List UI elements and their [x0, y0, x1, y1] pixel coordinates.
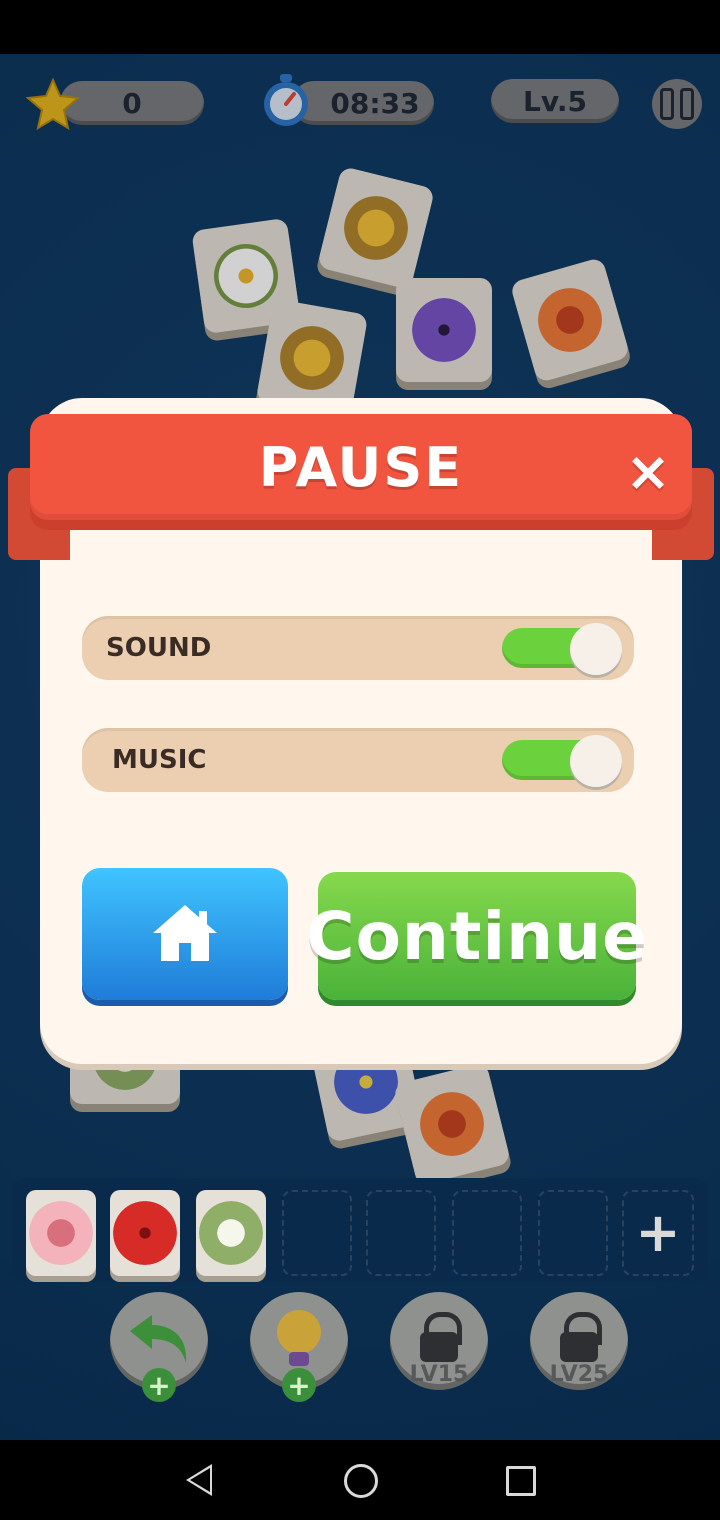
- recent-apps-icon[interactable]: [506, 1466, 536, 1496]
- status-bar: [0, 0, 720, 54]
- home-button[interactable]: [82, 868, 288, 1000]
- hint-lightbulb-icon: [269, 1304, 329, 1378]
- undo-arrow-icon: [124, 1309, 194, 1373]
- sound-label: SOUND: [106, 633, 212, 663]
- lock-icon: [424, 1312, 462, 1345]
- tray-slot: [538, 1190, 608, 1276]
- hint-booster-button[interactable]: +: [250, 1292, 348, 1402]
- sound-setting-row: SOUND: [82, 616, 634, 680]
- tray-slot: [452, 1190, 522, 1276]
- locked-booster-lv15[interactable]: LV15: [390, 1292, 488, 1390]
- tray-slot: [26, 1190, 96, 1276]
- lock-level-label: LV25: [549, 1362, 609, 1387]
- locked-booster-lv25[interactable]: LV25: [530, 1292, 628, 1390]
- music-label: MUSIC: [112, 745, 207, 775]
- tray-slot: [196, 1190, 266, 1276]
- jasmine-icon: [199, 1201, 263, 1265]
- tray-slot: [282, 1190, 352, 1276]
- add-slot-button[interactable]: +: [622, 1190, 694, 1276]
- tray-slot: [366, 1190, 436, 1276]
- dialog-title: PAUSE: [258, 435, 464, 499]
- plus-icon: +: [635, 1201, 681, 1264]
- continue-button[interactable]: Continue: [306, 872, 647, 1000]
- sound-toggle[interactable]: [502, 623, 622, 675]
- toggle-knob[interactable]: [570, 735, 622, 787]
- close-button[interactable]: ×: [622, 440, 674, 503]
- toggle-knob[interactable]: [570, 623, 622, 675]
- add-booster-icon[interactable]: +: [142, 1368, 176, 1402]
- home-icon: [147, 899, 223, 969]
- lock-icon: [564, 1312, 602, 1345]
- add-booster-icon[interactable]: +: [282, 1368, 316, 1402]
- lock-level-label: LV15: [409, 1362, 469, 1387]
- music-setting-row: MUSIC: [82, 728, 634, 792]
- rose-icon: [29, 1201, 93, 1265]
- music-toggle[interactable]: [502, 735, 622, 787]
- back-icon-inner: [190, 1468, 210, 1492]
- hibiscus-icon: [113, 1201, 177, 1265]
- undo-booster-button[interactable]: +: [110, 1292, 208, 1402]
- close-icon: ×: [625, 440, 671, 503]
- tray-slot: [110, 1190, 180, 1276]
- home-nav-icon[interactable]: [344, 1464, 378, 1498]
